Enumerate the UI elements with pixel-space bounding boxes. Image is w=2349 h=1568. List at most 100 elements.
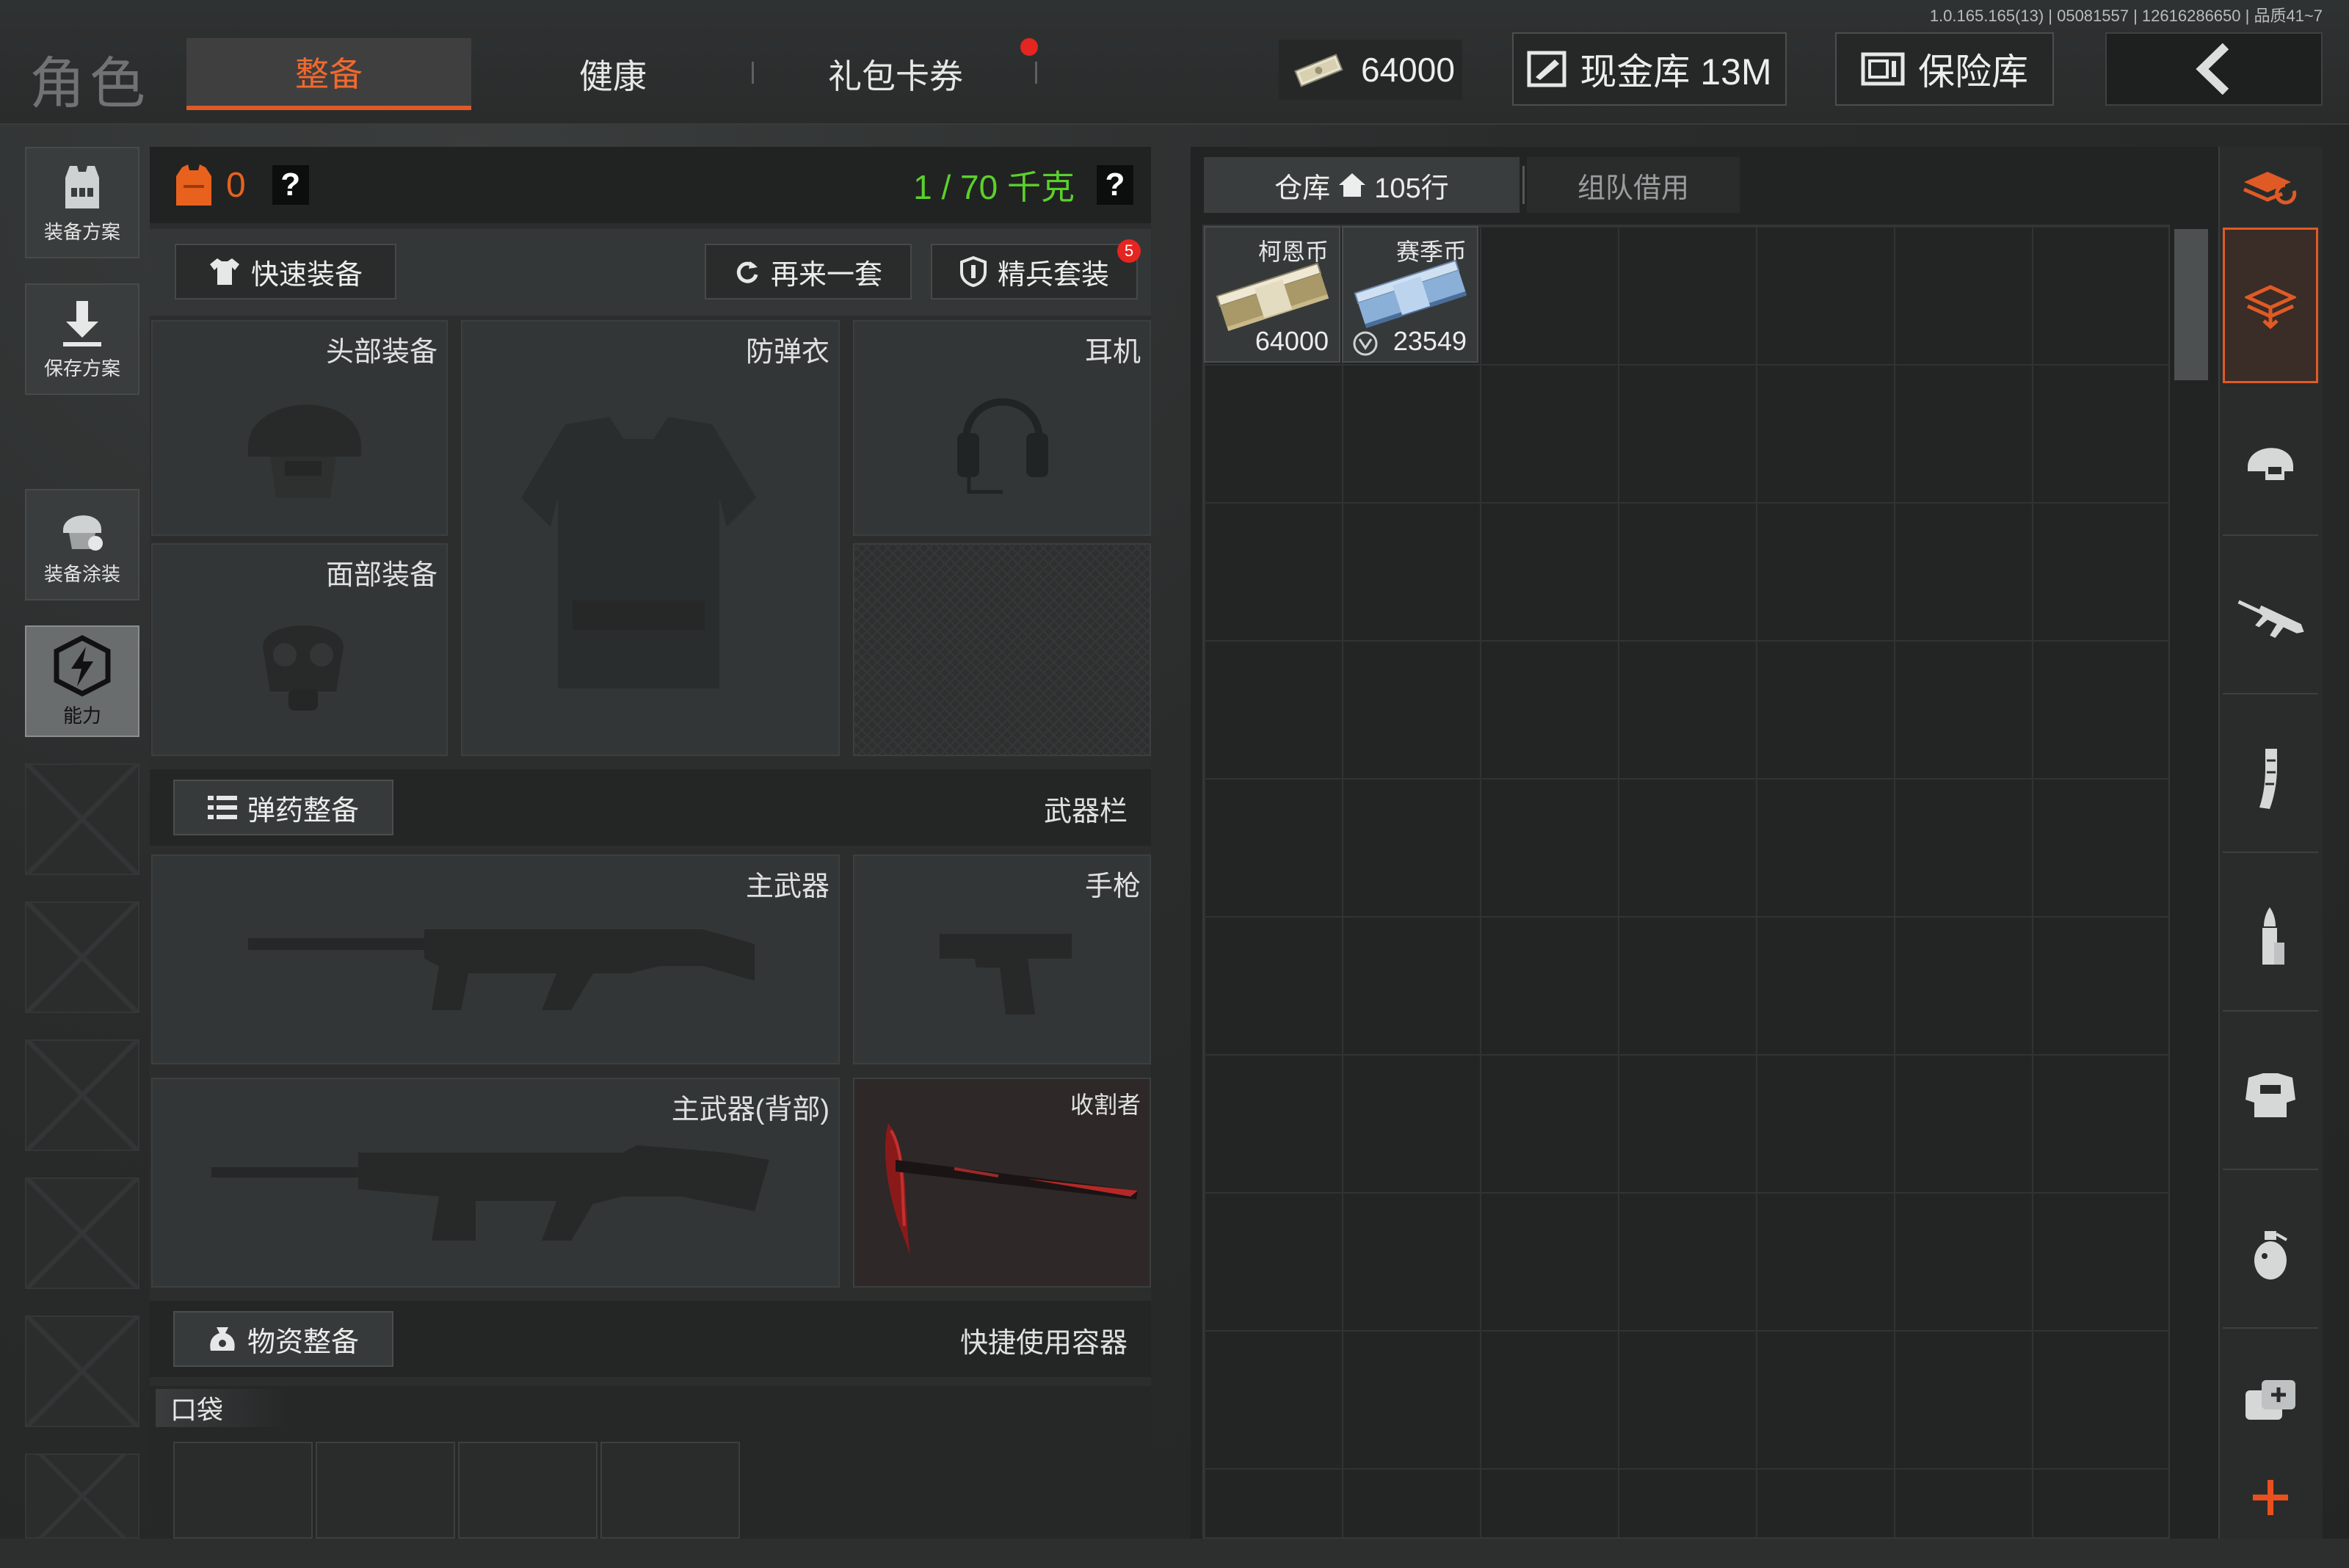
add-icon: [2253, 1480, 2288, 1515]
team-borrow-tab[interactable]: 组队借用: [1527, 157, 1740, 213]
category-rifle-button[interactable]: [2223, 548, 2318, 694]
repeat-loadout-button[interactable]: 再来一套: [705, 244, 912, 300]
storage-item[interactable]: 柯恩币 64000: [1204, 226, 1340, 363]
category-add-button[interactable]: [2223, 1462, 2318, 1533]
tab-loadout[interactable]: 整备: [186, 38, 471, 110]
armor-slot-label: 防弹衣: [745, 337, 829, 368]
layers-refresh-icon: [2243, 172, 2297, 205]
tab-gift-coupons[interactable]: 礼包卡券: [785, 38, 1006, 110]
face-slot[interactable]: 面部装备: [151, 543, 448, 756]
repeat-label: 再来一套: [770, 259, 882, 291]
headset-slot[interactable]: 耳机: [853, 320, 1151, 536]
ability-button[interactable]: 能力: [25, 625, 139, 737]
season-coin-icon: [1353, 331, 1378, 356]
helmet-silhouette-icon: [248, 404, 361, 498]
safe-button[interactable]: 保险库: [1835, 32, 2054, 106]
pocket-slot[interactable]: [458, 1442, 598, 1539]
vault-icon: [1527, 51, 1566, 87]
bottom-strip: [0, 1539, 2349, 1568]
category-armor-button[interactable]: [2223, 1023, 2318, 1170]
category-magazine-button[interactable]: [2223, 706, 2318, 853]
category-grenade-button[interactable]: [2223, 1182, 2318, 1329]
tab-divider: [1522, 166, 1525, 204]
pocket-slot[interactable]: [173, 1442, 313, 1539]
list-icon: [207, 796, 237, 819]
money-amount: 64000: [1361, 51, 1455, 89]
sidebar-empty-slot: [25, 1177, 139, 1289]
ammo-loadout-button[interactable]: 弹药整备: [173, 780, 393, 835]
storage-grid[interactable]: [1202, 225, 2170, 1539]
supply-loadout-button[interactable]: 物资整备: [173, 1311, 393, 1367]
safe-label: 保险库: [1918, 51, 2028, 92]
vest-icon: [65, 165, 99, 208]
elite-set-button[interactable]: 精兵套装: [931, 244, 1138, 300]
weight-help-icon[interactable]: ?: [1097, 165, 1133, 205]
elite-label: 精兵套装: [997, 259, 1109, 291]
elite-badge: 5: [1117, 239, 1141, 263]
storage-scrollbar[interactable]: [2174, 229, 2208, 380]
ability-icon: [54, 634, 111, 697]
storage-tab-label: 仓库: [1274, 173, 1331, 204]
supply-bag-icon: [210, 1327, 235, 1351]
back-weapon-slot[interactable]: 主武器(背部): [151, 1078, 840, 1288]
category-helmet-button[interactable]: [2223, 389, 2318, 536]
sidebar-empty-slot: [25, 1453, 139, 1539]
medkit-icon: [2245, 1380, 2295, 1420]
loadout-plan-button[interactable]: 装备方案: [25, 147, 139, 258]
face-slot-label: 面部装备: [325, 560, 438, 591]
weight-value: 1 / 70 千克: [913, 168, 1075, 206]
section-title: 角色: [29, 53, 150, 115]
chevron-left-icon: [2196, 43, 2229, 95]
tab-divider: [1035, 62, 1037, 84]
ammo-section-bar: 弹药整备 武器栏: [150, 769, 1151, 846]
category-medkit-button[interactable]: [2223, 1340, 2318, 1458]
save-plan-button[interactable]: 保存方案: [25, 283, 139, 395]
storage-tab[interactable]: 仓库 105行: [1204, 157, 1520, 213]
headset-silhouette-icon: [957, 398, 1048, 494]
back-weapon-label: 主武器(背部): [671, 1095, 829, 1125]
assault-rifle-silhouette-icon: [211, 1145, 769, 1241]
armor-slot[interactable]: 防弹衣: [461, 320, 840, 756]
rifle-silhouette-icon: [248, 929, 755, 1010]
shirt-icon: [209, 258, 239, 285]
help-icon[interactable]: ?: [272, 165, 309, 205]
download-icon: [63, 300, 101, 346]
money-display: 64000: [1279, 40, 1462, 100]
storage-item[interactable]: 赛季币 23549: [1342, 226, 1478, 363]
sidebar-empty-slot: [25, 1315, 139, 1427]
category-all-button[interactable]: [2223, 151, 2318, 225]
head-slot-label: 头部装备: [325, 337, 438, 368]
category-ammo-button[interactable]: [2223, 865, 2318, 1012]
safe-icon: [1861, 52, 1905, 86]
melee-slot[interactable]: 收割者: [853, 1078, 1151, 1288]
headset-slot-label: 耳机: [1084, 337, 1141, 368]
reaper-pickaxe-icon: [885, 1123, 1138, 1255]
cash-vault-label: 现金库 13M: [1580, 51, 1772, 92]
item-quantity: 64000: [1255, 326, 1329, 356]
pocket-slot[interactable]: [600, 1442, 740, 1539]
bullet-icon: [2262, 907, 2284, 965]
quick-equip-button[interactable]: 快速装备: [175, 244, 396, 300]
back-button[interactable]: [2105, 32, 2323, 106]
primary-weapon-slot[interactable]: 主武器: [151, 854, 840, 1064]
pistol-slot[interactable]: 手枪: [853, 854, 1151, 1064]
weight-bar: 0 ? 1 / 70 千克 ?: [150, 147, 1151, 223]
pocket-label: 口袋: [156, 1389, 288, 1427]
cash-stack-icon: [1294, 54, 1343, 87]
refresh-icon: [736, 261, 758, 283]
home-icon: [1339, 173, 1366, 197]
notification-dot: [1020, 38, 1038, 56]
ammo-loadout-label: 弹药整备: [247, 795, 359, 827]
helmet-icon: [2248, 448, 2293, 480]
category-stack-button[interactable]: [2223, 228, 2318, 383]
cash-vault-button[interactable]: 现金库 13M: [1512, 32, 1787, 106]
tab-health[interactable]: 健康: [507, 38, 719, 110]
sidebar-empty-slot: [25, 763, 139, 875]
pocket-slot[interactable]: [316, 1442, 455, 1539]
sidebar-label: 装备涂装: [43, 562, 120, 585]
pistol-silhouette-icon: [940, 934, 1072, 1015]
head-slot[interactable]: 头部装备: [151, 320, 448, 536]
season-coin-cash-icon: [1354, 259, 1467, 329]
equipment-skin-button[interactable]: 装备涂装: [25, 489, 139, 600]
